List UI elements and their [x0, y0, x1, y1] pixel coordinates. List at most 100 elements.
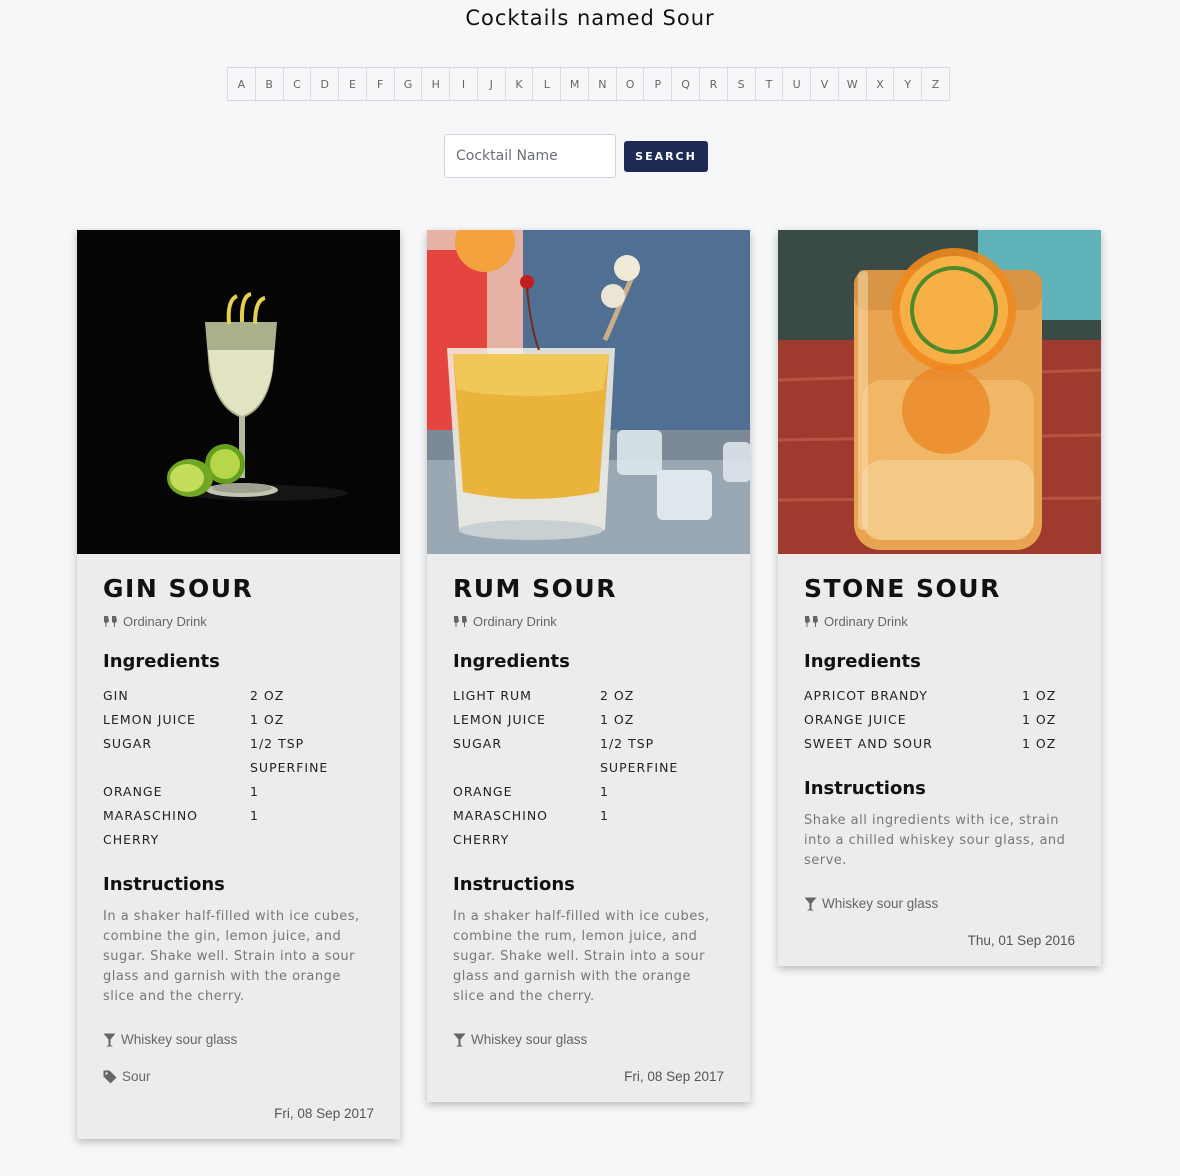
- letter-w[interactable]: W: [839, 68, 867, 100]
- instructions-text: Shake all ingredients with ice, strain i…: [804, 813, 1066, 868]
- ingredients-heading: Ingredients: [103, 651, 220, 672]
- letter-u[interactable]: U: [783, 68, 812, 100]
- ingredient-row: MARASCHINO CHERRY 1: [453, 804, 724, 852]
- letter-l[interactable]: L: [533, 68, 562, 100]
- ingredient-name: APRICOT BRANDY: [804, 688, 928, 703]
- glasses-cheers-icon: [804, 615, 819, 628]
- ingredient-name: MARASCHINO CHERRY: [103, 808, 199, 847]
- letter-i[interactable]: I: [450, 68, 478, 100]
- ingredient-row: LEMON JUICE 1 OZ: [453, 708, 724, 732]
- letter-b[interactable]: B: [256, 68, 284, 100]
- glasses-cheers-icon: [103, 615, 118, 628]
- letter-j[interactable]: J: [478, 68, 506, 100]
- date-modified: Fri, 08 Sep 2017: [624, 1069, 724, 1084]
- glass-type: Whiskey sour glass: [103, 1032, 374, 1047]
- letter-v[interactable]: V: [811, 68, 839, 100]
- letter-d[interactable]: D: [311, 68, 340, 100]
- letter-o[interactable]: O: [617, 68, 645, 100]
- category-label: Ordinary Drink: [824, 614, 908, 629]
- instructions-text: In a shaker half-filled with ice cubes, …: [453, 909, 710, 1004]
- alphabet-filter: A B C D E F G H I J K L M N O P Q R S T …: [227, 67, 950, 101]
- instructions-heading: Instructions: [103, 874, 225, 895]
- letter-a[interactable]: A: [228, 68, 256, 100]
- glasses-cheers-icon: [453, 615, 468, 628]
- letter-y[interactable]: Y: [894, 68, 923, 100]
- category-label: Ordinary Drink: [123, 614, 207, 629]
- date-modified: Thu, 01 Sep 2016: [967, 933, 1075, 948]
- cocktail-glass-icon: [804, 897, 817, 911]
- letter-q[interactable]: Q: [672, 68, 701, 100]
- instructions-text: In a shaker half-filled with ice cubes, …: [103, 909, 360, 1004]
- ingredient-measure: 1: [600, 784, 609, 799]
- cocktail-card-gin-sour: GIN SOUR Ordinary Drink Ingredients GIN 2…: [77, 230, 400, 1139]
- instructions-heading: Instructions: [453, 874, 575, 895]
- ingredient-measure: 1: [250, 784, 259, 799]
- category: Ordinary Drink: [103, 614, 374, 629]
- ingredient-row: APRICOT BRANDY 1 OZ: [804, 684, 1075, 708]
- cocktail-glass-icon: [103, 1033, 116, 1047]
- ingredient-measure: 1 OZ: [600, 712, 635, 727]
- letter-g[interactable]: G: [395, 68, 423, 100]
- cocktail-image: [77, 230, 400, 554]
- search-input[interactable]: [444, 134, 616, 178]
- glass-type: Whiskey sour glass: [804, 896, 1075, 911]
- ingredient-measure: 1 OZ: [1022, 688, 1057, 703]
- ingredient-row: SUGAR 1/2 TSP SUPERFINE: [453, 732, 724, 780]
- tag-label: Sour: [122, 1069, 151, 1084]
- category: Ordinary Drink: [804, 614, 1075, 629]
- ingredient-name: GIN: [103, 688, 129, 703]
- letter-k[interactable]: K: [506, 68, 534, 100]
- ingredient-row: ORANGE JUICE 1 OZ: [804, 708, 1075, 732]
- cocktail-card-rum-sour: RUM SOUR Ordinary Drink Ingredients LIGH…: [427, 230, 750, 1102]
- ingredient-name: LEMON JUICE: [103, 712, 196, 727]
- ingredient-measure: 2 OZ: [600, 688, 635, 703]
- category-label: Ordinary Drink: [473, 614, 557, 629]
- ingredient-name: LEMON JUICE: [453, 712, 546, 727]
- ingredient-row: GIN 2 OZ: [103, 684, 374, 708]
- ingredient-measure: 1 OZ: [250, 712, 285, 727]
- ingredients-list: GIN 2 OZ LEMON JUICE 1 OZ SUGAR 1/2 TSP SUP…: [103, 684, 374, 852]
- cocktail-image: [778, 230, 1101, 554]
- ingredient-name: ORANGE JUICE: [804, 712, 907, 727]
- ingredient-measure: 1: [600, 808, 609, 823]
- category: Ordinary Drink: [453, 614, 724, 629]
- letter-h[interactable]: H: [422, 68, 451, 100]
- glass-label: Whiskey sour glass: [471, 1032, 588, 1047]
- cocktail-title: GIN SOUR: [103, 574, 254, 603]
- ingredient-name: MARASCHINO CHERRY: [453, 808, 549, 847]
- letter-p[interactable]: P: [644, 68, 673, 100]
- search-button[interactable]: SEARCH: [624, 141, 708, 172]
- ingredients-list: APRICOT BRANDY 1 OZ ORANGE JUICE 1 OZ SWEE…: [804, 684, 1075, 756]
- letter-t[interactable]: T: [756, 68, 784, 100]
- ingredient-row: LIGHT RUM 2 OZ: [453, 684, 724, 708]
- letter-c[interactable]: C: [284, 68, 312, 100]
- date-modified: Fri, 08 Sep 2017: [274, 1106, 374, 1121]
- ingredient-measure: 1/2 TSP SUPERFINE: [250, 736, 329, 775]
- tag: Sour: [103, 1069, 374, 1084]
- ingredient-measure: 1 OZ: [1022, 736, 1057, 751]
- cocktail-image: [427, 230, 750, 554]
- ingredient-name: SUGAR: [103, 736, 153, 751]
- instructions-heading: Instructions: [804, 778, 926, 799]
- letter-f[interactable]: F: [367, 68, 395, 100]
- glass-label: Whiskey sour glass: [822, 896, 939, 911]
- ingredient-measure: 1 OZ: [1022, 712, 1057, 727]
- page-title: Cocktails named Sour: [465, 6, 715, 30]
- letter-s[interactable]: S: [728, 68, 756, 100]
- letter-e[interactable]: E: [339, 68, 367, 100]
- ingredient-name: ORANGE: [103, 784, 163, 799]
- ingredients-heading: Ingredients: [804, 651, 921, 672]
- ingredient-measure: 1: [250, 808, 259, 823]
- cocktail-title: RUM SOUR: [453, 574, 617, 603]
- ingredient-measure: 1/2 TSP SUPERFINE: [600, 736, 679, 775]
- letter-x[interactable]: X: [867, 68, 895, 100]
- letter-z[interactable]: Z: [922, 68, 949, 100]
- ingredient-row: SWEET AND SOUR 1 OZ: [804, 732, 1075, 756]
- ingredient-row: SUGAR 1/2 TSP SUPERFINE: [103, 732, 374, 780]
- letter-m[interactable]: M: [561, 68, 589, 100]
- ingredient-row: LEMON JUICE 1 OZ: [103, 708, 374, 732]
- letter-n[interactable]: N: [589, 68, 617, 100]
- letter-r[interactable]: R: [700, 68, 728, 100]
- glass-label: Whiskey sour glass: [121, 1032, 238, 1047]
- ingredient-measure: 2 OZ: [250, 688, 285, 703]
